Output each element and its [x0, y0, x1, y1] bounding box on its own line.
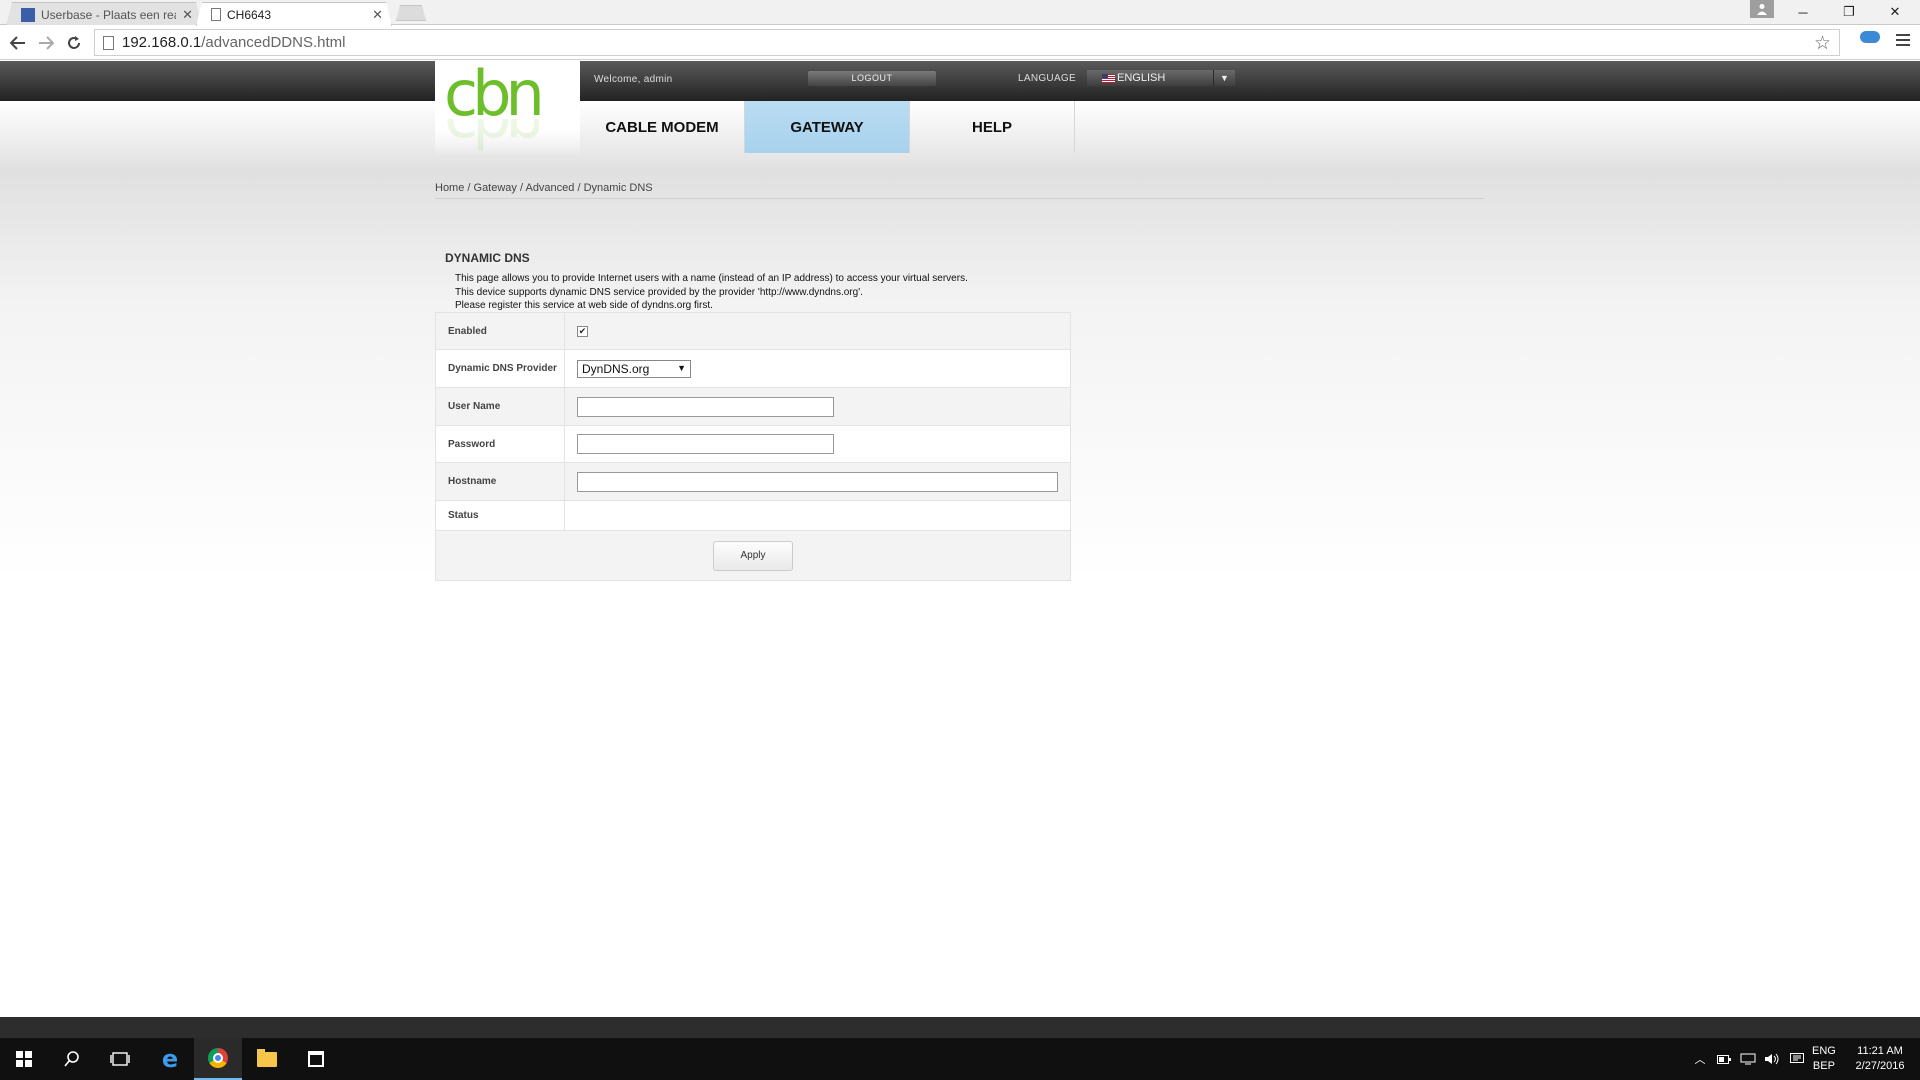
url-input[interactable]: 192.168.0.1/advancedDDNS.html ☆ — [94, 29, 1840, 56]
taskbar: e ︿ ENG BEP 11:21 AM 2/27/2016 — [0, 1038, 1920, 1080]
url-text: 192.168.0.1/advancedDDNS.html — [122, 34, 345, 51]
notifications-icon[interactable] — [1784, 1038, 1810, 1080]
form-row-username: User Name — [436, 388, 1070, 426]
reload-icon[interactable] — [62, 31, 86, 55]
site-favicon-icon — [21, 8, 35, 22]
bookmark-star-icon[interactable]: ☆ — [1814, 32, 1831, 55]
user-profile-icon[interactable] — [1750, 0, 1774, 18]
nav-gateway[interactable]: GATEWAY — [745, 101, 910, 153]
hostname-input[interactable] — [577, 471, 1058, 492]
chevron-down-icon: ▼ — [677, 362, 686, 373]
url-host: 192.168.0.1 — [122, 34, 202, 51]
browser-tab-ch6643[interactable]: CH6643 ✕ — [196, 2, 392, 26]
password-label: Password — [436, 426, 565, 462]
enabled-checkbox[interactable]: ✔ — [577, 325, 588, 337]
new-tab-button[interactable] — [396, 5, 426, 21]
form-row-status: Status — [436, 501, 1070, 531]
page-title: DYNAMIC DNS — [445, 251, 530, 265]
chrome-icon[interactable] — [194, 1038, 242, 1080]
keyboard-layout: BEP — [1812, 1060, 1835, 1072]
username-input[interactable] — [577, 396, 834, 417]
search-icon[interactable] — [48, 1038, 96, 1080]
form-row-password: Password — [436, 426, 1070, 463]
browser-tab-userbase[interactable]: Userbase - Plaats een reac ✕ — [6, 2, 202, 26]
hostname-label: Hostname — [436, 463, 565, 500]
address-toolbar: 192.168.0.1/advancedDDNS.html ☆ — [0, 25, 1920, 60]
provider-label: Dynamic DNS Provider — [436, 350, 565, 387]
page-description: This page allows you to provide Internet… — [455, 272, 968, 313]
close-window-button[interactable]: ✕ — [1872, 0, 1918, 24]
chevron-down-icon: ▼ — [1213, 70, 1235, 86]
description-line: Please register this service at web side… — [455, 300, 713, 311]
provider-select[interactable]: DynDNS.org ▼ — [577, 359, 691, 378]
username-label: User Name — [436, 388, 565, 425]
form-row-hostname: Hostname — [436, 463, 1070, 501]
page-footer-bar — [0, 1017, 1920, 1038]
cbn-logo[interactable]: cbn cbn — [435, 61, 580, 156]
page-icon — [211, 8, 221, 21]
edge-icon[interactable]: e — [146, 1038, 194, 1080]
description-line: This device supports dynamic DNS service… — [455, 286, 863, 298]
forward-arrow-icon[interactable] — [34, 31, 58, 55]
form-row-provider: Dynamic DNS Provider DynDNS.org ▼ — [436, 350, 1070, 388]
form-row-enabled: Enabled ✔ — [436, 313, 1070, 350]
network-icon[interactable] — [1736, 1038, 1760, 1080]
clock-date: 2/27/2016 — [1855, 1060, 1905, 1072]
battery-icon[interactable] — [1712, 1038, 1736, 1080]
url-path: /advancedDDNS.html — [201, 34, 346, 51]
minimize-button[interactable]: ─ — [1780, 0, 1826, 24]
browser-tab-strip: Userbase - Plaats een reac ✕ CH6643 ✕ ─ … — [0, 0, 1920, 25]
logout-button[interactable]: LOGOUT — [808, 71, 936, 86]
password-input[interactable] — [577, 434, 834, 454]
breadcrumb[interactable]: Home / Gateway / Advanced / Dynamic DNS — [435, 182, 653, 194]
task-view-icon[interactable] — [96, 1038, 144, 1080]
header-bar: Welcome, admin LOGOUT LANGUAGE ENGLISH ▼ — [0, 61, 1920, 101]
language-select[interactable]: ENGLISH ▼ — [1087, 70, 1235, 86]
description-line: This page allows you to provide Internet… — [455, 273, 968, 284]
restore-button[interactable]: ❐ — [1826, 0, 1872, 24]
divider — [435, 198, 1484, 199]
page-icon — [103, 35, 114, 50]
status-value — [565, 501, 1070, 530]
clock-time: 11:21 AM — [1857, 1045, 1903, 1057]
language-label: LANGUAGE — [1018, 73, 1076, 84]
tab-title: CH6643 — [227, 7, 272, 22]
back-arrow-icon[interactable] — [6, 31, 30, 55]
apply-button[interactable]: Apply — [713, 540, 793, 571]
language-value: ENGLISH — [1117, 72, 1166, 84]
menu-icon[interactable] — [1896, 34, 1910, 46]
logo-text: cbn — [444, 57, 545, 130]
chevron-up-icon[interactable]: ︿ — [1686, 1038, 1714, 1080]
close-icon[interactable]: ✕ — [372, 7, 383, 23]
start-button[interactable] — [0, 1038, 48, 1080]
status-label: Status — [436, 501, 565, 530]
provider-value: DynDNS.org — [582, 361, 650, 376]
tab-title: Userbase - Plaats een reac — [41, 7, 177, 22]
close-icon[interactable]: ✕ — [182, 7, 193, 23]
ddns-form: Enabled ✔ Dynamic DNS Provider DynDNS.or… — [435, 312, 1071, 581]
us-flag-icon — [1102, 73, 1115, 83]
form-actions: Apply — [436, 531, 1070, 580]
language-code: ENG — [1812, 1045, 1836, 1057]
file-explorer-icon[interactable] — [243, 1038, 291, 1080]
cloud-extension-icon[interactable] — [1860, 31, 1880, 43]
windows-logo-icon — [16, 1051, 32, 1067]
store-icon[interactable] — [292, 1038, 340, 1080]
nav-cable-modem[interactable]: CABLE MODEM — [580, 101, 745, 153]
input-language-indicator[interactable]: ENG BEP — [1812, 1044, 1836, 1074]
main-nav: CABLE MODEM GATEWAY HELP — [580, 101, 1075, 153]
volume-icon[interactable] — [1760, 1038, 1784, 1080]
router-page: Welcome, admin LOGOUT LANGUAGE ENGLISH ▼… — [0, 61, 1920, 1017]
nav-help[interactable]: HELP — [910, 101, 1075, 153]
clock[interactable]: 11:21 AM 2/27/2016 — [1848, 1044, 1912, 1074]
welcome-text: Welcome, admin — [594, 74, 673, 85]
enabled-label: Enabled — [436, 313, 565, 349]
logo-reflection: cbn — [444, 119, 539, 155]
